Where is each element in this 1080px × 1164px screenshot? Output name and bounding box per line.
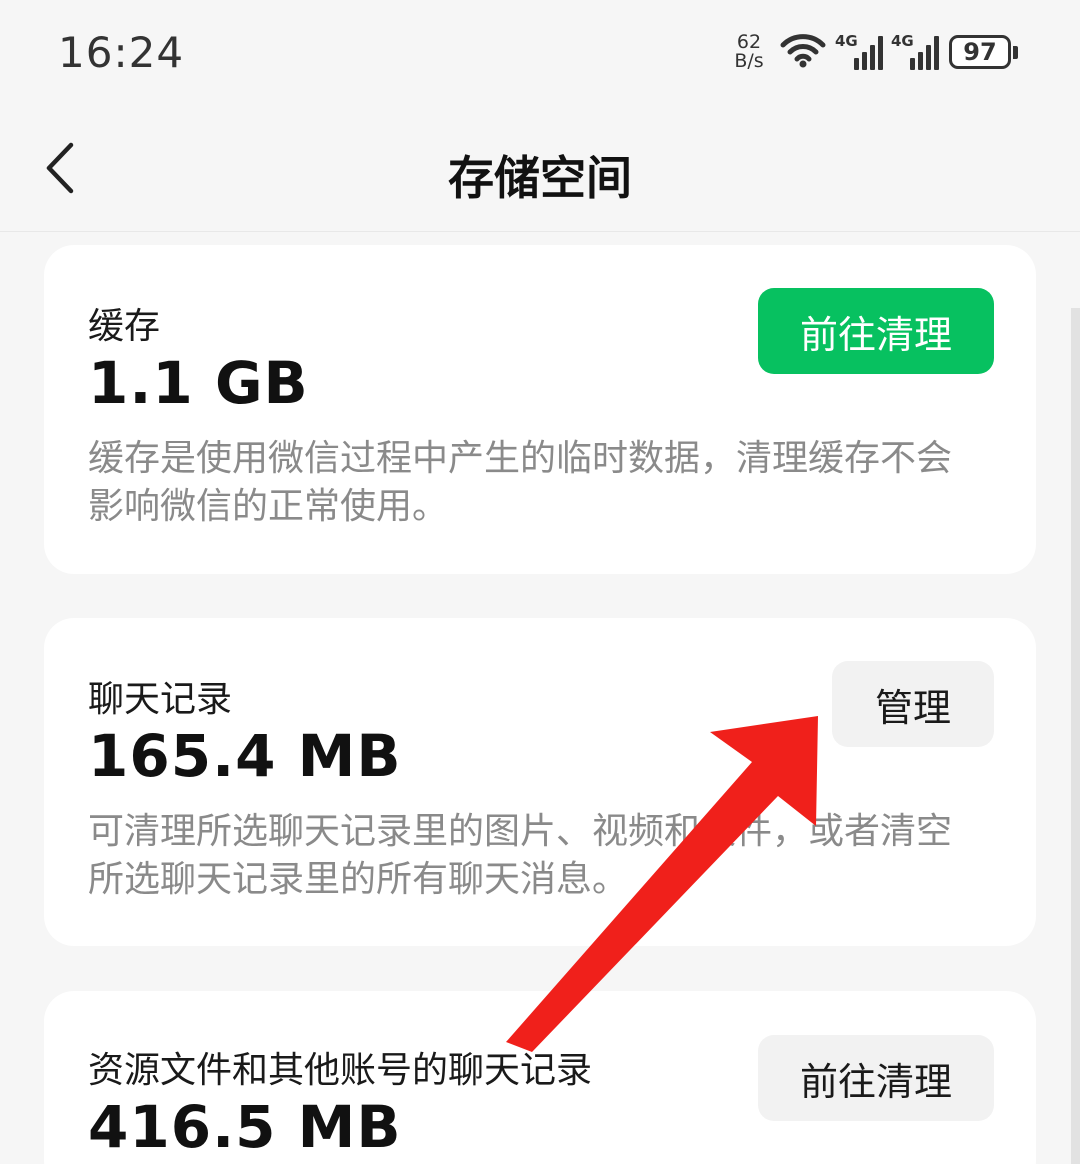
cellular-signal-icon: 4G: [835, 32, 883, 70]
network-speed-unit: B/s: [734, 50, 764, 72]
clean-cache-button[interactable]: 前往清理: [758, 288, 994, 374]
scrollbar[interactable]: [1071, 308, 1080, 1164]
page-title: 存储空间: [448, 151, 632, 205]
card-size: 165.4 MB: [88, 722, 402, 790]
signal-label: 4G: [835, 32, 858, 50]
resource-files-card: 资源文件和其他账号的聊天记录 416.5 MB 前往清理: [44, 991, 1036, 1164]
cache-card: 缓存 1.1 GB 缓存是使用微信过程中产生的临时数据，清理缓存不会影响微信的正…: [44, 245, 1036, 574]
chat-history-card: 聊天记录 165.4 MB 可清理所选聊天记录里的图片、视频和文件，或者清空所选…: [44, 618, 1036, 946]
card-description: 缓存是使用微信过程中产生的临时数据，清理缓存不会影响微信的正常使用。: [88, 438, 953, 527]
wifi-icon: [779, 31, 827, 73]
card-title: 缓存: [88, 306, 161, 347]
card-size: 416.5 MB: [88, 1093, 402, 1161]
battery-level: 97: [949, 35, 1011, 69]
card-title: 聊天记录: [88, 679, 233, 720]
clean-resource-files-button[interactable]: 前往清理: [758, 1035, 994, 1121]
nav-header: 存储空间: [0, 104, 1080, 232]
cellular-signal-icon-2: 4G: [891, 32, 939, 70]
status-icons: 62 B/s 4G 4G 97: [729, 30, 1018, 74]
status-time: 16:24: [58, 28, 185, 77]
status-bar: 16:24 62 B/s 4G 4G 97: [0, 0, 1080, 104]
card-title: 资源文件和其他账号的聊天记录: [88, 1050, 593, 1091]
signal-label-2: 4G: [891, 32, 914, 50]
card-size: 1.1 GB: [88, 349, 309, 417]
battery-icon: 97: [949, 35, 1018, 69]
card-description: 可清理所选聊天记录里的图片、视频和文件，或者清空所选聊天记录里的所有聊天消息。: [88, 811, 953, 900]
network-speed: 62 B/s: [729, 33, 769, 71]
manage-chat-history-button[interactable]: 管理: [832, 661, 994, 747]
